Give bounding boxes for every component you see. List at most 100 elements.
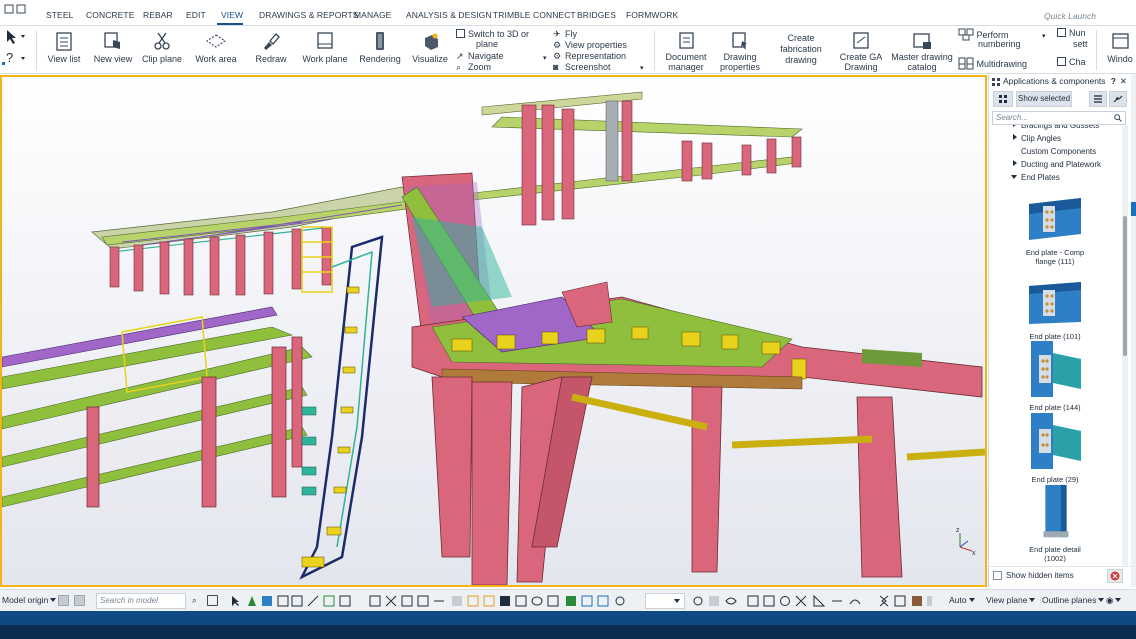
quick-access-icons[interactable] bbox=[4, 3, 34, 17]
menu-rebar[interactable]: REBAR bbox=[143, 10, 173, 20]
component-end-plate-29[interactable]: End plate (29) bbox=[1023, 411, 1087, 484]
menu-edit[interactable]: EDIT bbox=[186, 10, 206, 20]
new-view-button[interactable]: New view bbox=[92, 26, 134, 72]
drawing-properties-button[interactable]: Drawing properties bbox=[716, 26, 764, 72]
clip-plane-button[interactable]: Clip plane bbox=[140, 26, 184, 72]
bolt-select-icon[interactable] bbox=[339, 595, 351, 607]
view-plane-select[interactable]: View plane bbox=[986, 595, 1036, 605]
snap-arc-icon[interactable] bbox=[531, 596, 543, 606]
navigate-dropdown-icon[interactable]: ▾ bbox=[543, 54, 547, 62]
side-tab-marker[interactable] bbox=[1131, 202, 1136, 216]
master-drawing-catalog-button[interactable]: Master drawing catalog bbox=[890, 26, 954, 72]
tree-item-ducting-platework[interactable]: Ducting and Platework bbox=[1013, 160, 1101, 169]
view-list-button[interactable]: View list bbox=[44, 26, 84, 72]
line-select-icon[interactable] bbox=[307, 595, 319, 607]
x-tool-icon[interactable] bbox=[879, 595, 889, 607]
extra-icon[interactable] bbox=[927, 596, 932, 606]
expand-arrow-icon[interactable] bbox=[1013, 134, 1017, 140]
menu-analysis-design[interactable]: ANALYSIS & DESIGN bbox=[406, 10, 492, 20]
component-end-plate-144[interactable]: End plate (144) bbox=[1023, 339, 1087, 412]
zoom-button[interactable]: ⌕ Zoom bbox=[456, 61, 491, 73]
change-button[interactable]: Cha bbox=[1057, 56, 1086, 68]
orbit-icon[interactable] bbox=[693, 596, 703, 606]
snap-grid-icon[interactable] bbox=[581, 595, 593, 607]
menu-steel[interactable]: STEEL bbox=[46, 10, 73, 20]
tree-item-custom-components[interactable]: Custom Components bbox=[1021, 147, 1096, 156]
snap-geom-icon[interactable] bbox=[483, 595, 495, 607]
snap-midpoint-icon[interactable] bbox=[417, 595, 429, 607]
origin-settings-icon[interactable] bbox=[74, 595, 85, 606]
menu-trimble-connect[interactable]: TRIMBLE CONNECT bbox=[493, 10, 576, 20]
show-selected-button[interactable]: Show selected bbox=[1016, 91, 1072, 107]
model-viewport[interactable]: z x bbox=[0, 75, 987, 587]
window-button[interactable]: Windo bbox=[1104, 26, 1136, 72]
search-in-model-input[interactable]: Search in model bbox=[96, 593, 186, 609]
component-end-plate-101[interactable]: End plate (101) bbox=[1023, 278, 1087, 341]
menu-formwork[interactable]: FORMWORK bbox=[626, 10, 678, 20]
z-tool-icon[interactable] bbox=[894, 595, 906, 607]
expand-arrow-icon[interactable] bbox=[1013, 125, 1017, 127]
snap-intersect-icon[interactable] bbox=[385, 595, 397, 607]
snap-plane-icon[interactable] bbox=[452, 596, 462, 606]
document-manager-button[interactable]: Document manager bbox=[662, 26, 710, 72]
box-icon[interactable] bbox=[763, 595, 775, 607]
scrollbar-thumb[interactable] bbox=[1123, 216, 1127, 356]
assembly-select-icon[interactable] bbox=[277, 595, 289, 607]
expand-arrow-icon[interactable] bbox=[1013, 160, 1017, 166]
component-end-plate-comp-flange[interactable]: End plate - Comp flange (111) bbox=[1023, 194, 1087, 266]
work-plane-button[interactable]: Work plane bbox=[302, 26, 348, 72]
outline-planes-select[interactable]: Outline planes bbox=[1042, 595, 1105, 605]
circle-tool-icon[interactable] bbox=[780, 596, 790, 606]
search-icon[interactable] bbox=[1114, 114, 1122, 122]
snap-grid2-icon[interactable] bbox=[597, 595, 609, 607]
rendering-button[interactable]: Rendering bbox=[358, 26, 402, 72]
snap-free-icon[interactable] bbox=[547, 595, 559, 607]
tree-item-end-plates[interactable]: End Plates bbox=[1011, 173, 1060, 182]
add-origin-icon[interactable] bbox=[58, 595, 69, 606]
collapse-arrow-icon[interactable] bbox=[1011, 175, 1017, 179]
snap-depth-select[interactable] bbox=[645, 593, 685, 609]
snap-center-icon[interactable] bbox=[401, 595, 413, 607]
tree-item-clip-angles[interactable]: Clip Angles bbox=[1013, 134, 1061, 143]
menu-drawings-reports[interactable]: DRAWINGS & REPORTS bbox=[259, 10, 359, 20]
menu-concrete[interactable]: CONCRETE bbox=[86, 10, 135, 20]
triangle-select-icon[interactable] bbox=[248, 596, 256, 606]
search-icon[interactable]: ⌕ bbox=[192, 595, 197, 606]
select-pointer-icon[interactable]: ? bbox=[0, 26, 34, 72]
eye-icon[interactable] bbox=[725, 597, 737, 605]
auto-select[interactable]: Auto bbox=[949, 595, 975, 605]
menu-view[interactable]: VIEW bbox=[221, 10, 243, 20]
close-icon[interactable]: ✕ bbox=[1120, 74, 1127, 89]
list-view-button[interactable] bbox=[1089, 91, 1107, 107]
panel-scrollbar[interactable] bbox=[1122, 126, 1128, 566]
arc-tool-icon[interactable] bbox=[849, 599, 861, 605]
structural-model[interactable]: z x bbox=[2, 77, 985, 585]
material-icon[interactable] bbox=[912, 596, 922, 606]
redraw-button[interactable]: Redraw bbox=[252, 26, 290, 72]
visibility-eye-icon[interactable]: ◉ bbox=[1106, 595, 1122, 606]
clip-box-icon[interactable] bbox=[747, 595, 759, 607]
select-icon[interactable] bbox=[232, 596, 239, 606]
component-select-icon[interactable] bbox=[291, 595, 303, 607]
create-ga-drawing-button[interactable]: Create GA Drawing bbox=[838, 26, 884, 72]
menu-manage[interactable]: MANAGE bbox=[354, 10, 391, 20]
collapse-button[interactable] bbox=[1109, 91, 1127, 107]
multidrawing-button[interactable]: Multidrawing bbox=[958, 56, 1027, 70]
snap-end-icon[interactable] bbox=[369, 595, 381, 607]
grid-select-icon[interactable] bbox=[323, 595, 335, 607]
create-fabrication-drawing-button[interactable]: Create fabrication drawing bbox=[776, 26, 826, 72]
work-area-button[interactable]: Work area bbox=[193, 26, 239, 72]
visualize-button[interactable]: Visualize bbox=[410, 26, 450, 72]
cross-icon[interactable] bbox=[795, 595, 807, 607]
panel-remove-button[interactable] bbox=[1107, 569, 1123, 583]
thumbnail-view-button[interactable] bbox=[993, 91, 1013, 107]
snap-ref-icon[interactable] bbox=[467, 595, 479, 607]
menu-bridges[interactable]: BRIDGES bbox=[577, 10, 616, 20]
show-hidden-checkbox[interactable] bbox=[993, 571, 1002, 580]
measure-icon[interactable] bbox=[813, 594, 826, 607]
search-options-icon[interactable] bbox=[207, 595, 218, 606]
snap-ext-icon[interactable] bbox=[515, 595, 527, 607]
view-panel-expand-icon[interactable]: ▾ bbox=[640, 64, 644, 72]
numbering-dropdown-icon[interactable]: ▾ bbox=[1042, 32, 1046, 40]
select-filter-icon[interactable] bbox=[709, 596, 719, 606]
